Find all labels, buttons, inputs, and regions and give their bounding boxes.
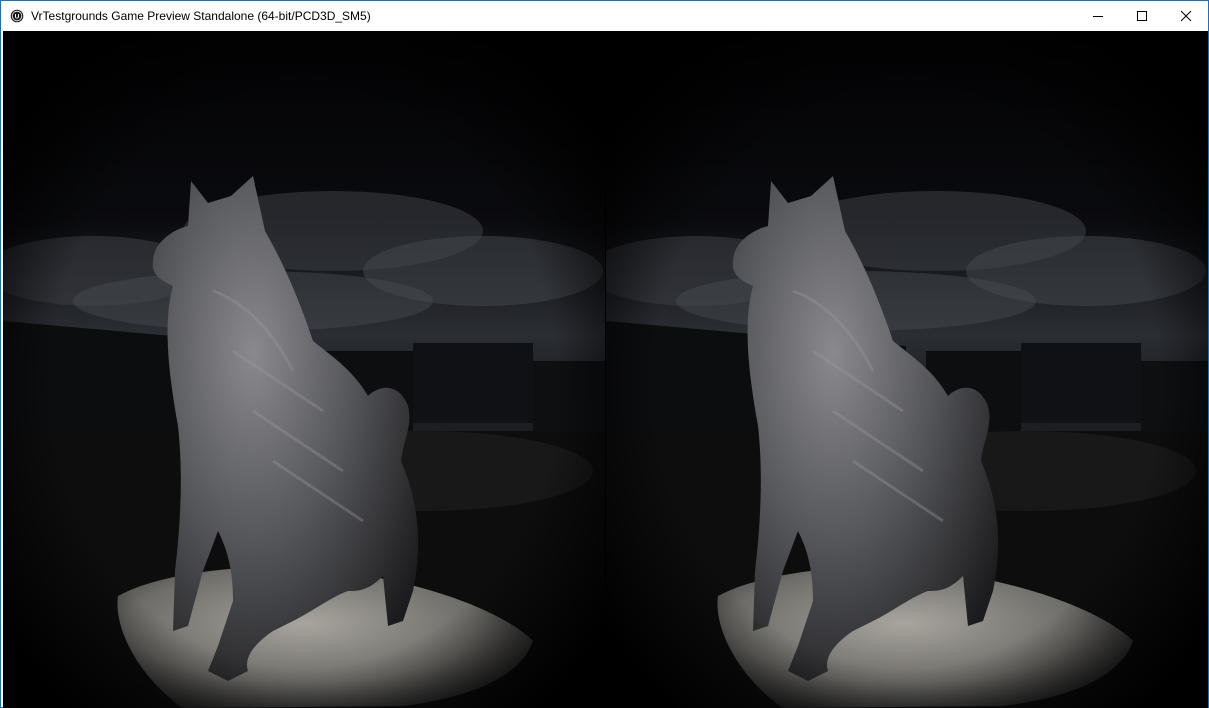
close-button[interactable]: [1164, 1, 1208, 31]
window-controls: [1076, 1, 1208, 31]
close-icon: [1180, 10, 1192, 22]
left-eye-scene: [3, 31, 605, 708]
window-title: VrTestgrounds Game Preview Standalone (6…: [31, 9, 371, 23]
svg-text:U: U: [15, 14, 20, 21]
maximize-icon: [1137, 11, 1147, 21]
left-eye-view: [3, 31, 605, 708]
game-preview-window: U VrTestgrounds Game Preview Standalone …: [0, 0, 1209, 708]
title-bar[interactable]: U VrTestgrounds Game Preview Standalone …: [1, 1, 1208, 31]
game-viewport[interactable]: [3, 31, 1208, 708]
minimize-button[interactable]: [1076, 1, 1120, 31]
minimize-icon: [1093, 16, 1103, 17]
right-eye-scene: [606, 31, 1208, 708]
right-eye-view: [606, 31, 1208, 708]
maximize-button[interactable]: [1120, 1, 1164, 31]
unreal-engine-logo-icon: U: [9, 8, 25, 24]
